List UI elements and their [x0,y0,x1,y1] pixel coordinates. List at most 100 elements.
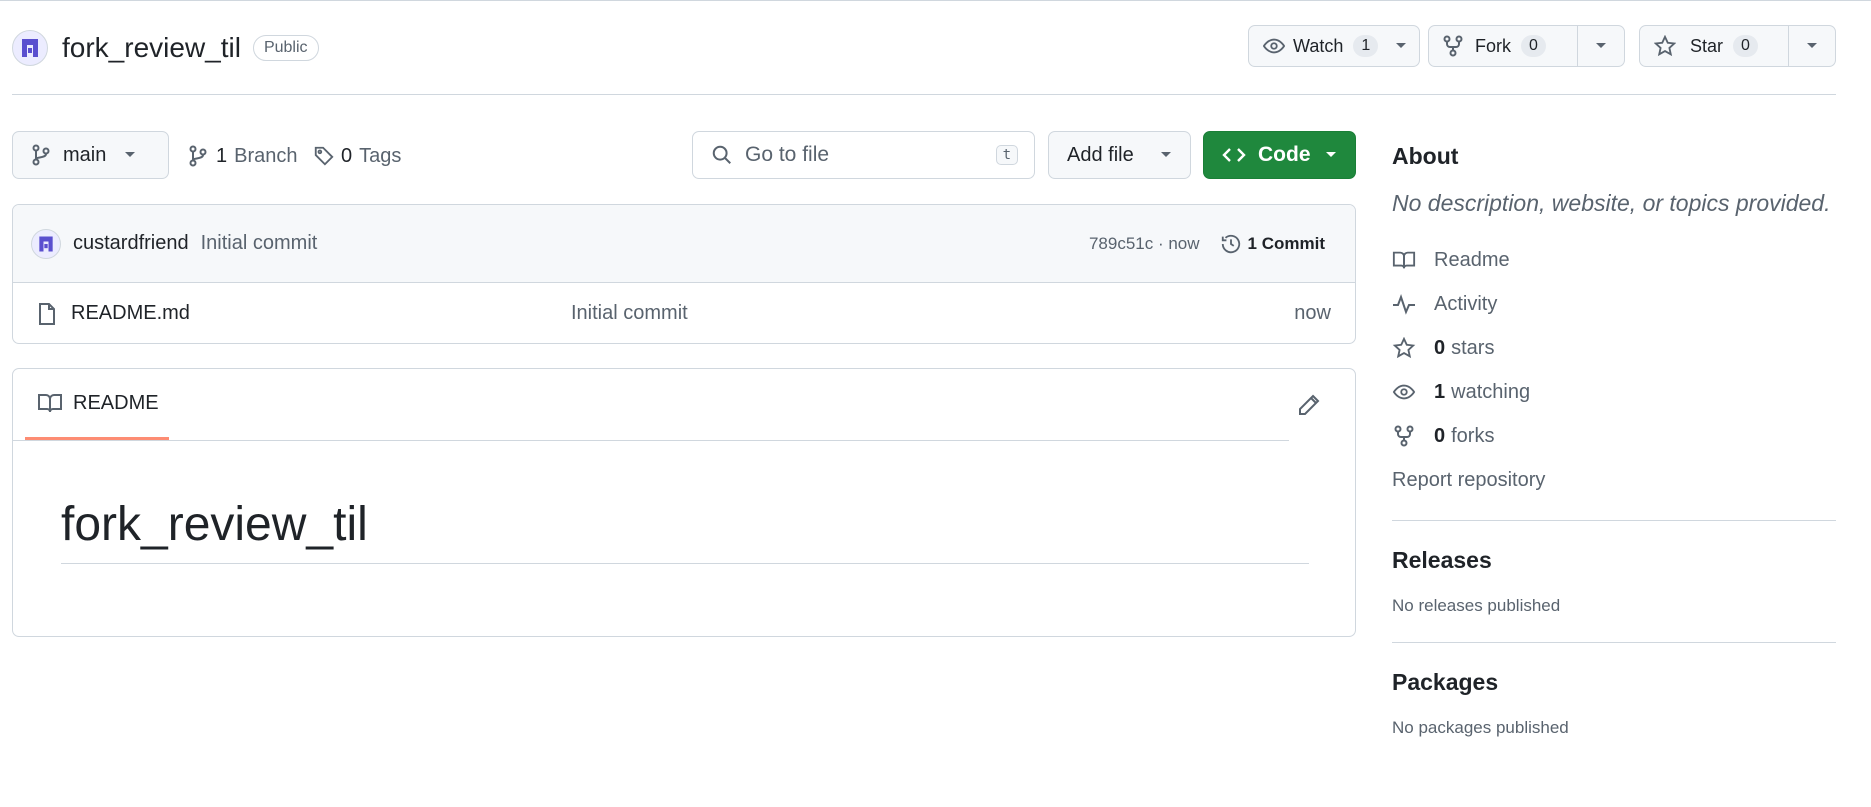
watching-label: watching [1451,380,1531,403]
file-name-link[interactable]: README.md [71,302,571,325]
report-repository-link[interactable]: Report repository [1392,458,1836,502]
watching-count: 1 [1434,380,1446,403]
caret-down-icon [1326,152,1336,157]
file-icon [39,302,55,325]
watch-label: Watch [1293,35,1344,56]
readme-link-label: Readme [1434,248,1510,271]
readme-heading: fork_review_til [61,498,368,551]
sidebar-divider [1392,520,1836,521]
pencil-icon [1299,394,1320,415]
branch-icon [189,145,207,167]
search-icon [712,145,731,164]
book-icon [38,394,62,413]
fork-button-group: Fork 0 [1428,25,1625,67]
releases-empty: No releases published [1392,596,1561,615]
latest-commit-row: custardfriend Initial commit 789c51c · n… [13,205,1355,283]
branches-link[interactable]: 1 Branch [188,142,298,170]
releases-heading[interactable]: Releases [1392,547,1836,574]
code-label: Code [1258,143,1311,166]
watch-dropdown[interactable] [1395,42,1419,50]
forks-count: 0 [1434,424,1446,447]
readme-panel: README fork_review_til [12,368,1356,637]
search-placeholder: Go to file [745,143,830,166]
star-button[interactable]: Star 0 [1640,26,1788,66]
caret-down-icon [125,152,136,157]
caret-down-icon [1807,43,1817,48]
add-file-label: Add file [1067,143,1134,166]
star-icon [1654,35,1676,57]
packages-heading[interactable]: Packages [1392,669,1836,696]
tags-label: Tags [359,144,402,167]
forks-label: forks [1451,424,1495,447]
tags-count: 0 [341,144,353,167]
tag-icon [314,146,334,166]
eye-icon [1392,384,1416,400]
watch-button-group: Watch 1 [1248,25,1420,67]
author-avatar[interactable] [31,228,61,259]
readme-link[interactable]: Readme [1392,238,1836,282]
commit-author-link[interactable]: custardfriend [73,232,189,255]
fork-dropdown[interactable] [1577,26,1624,66]
heading-rule [61,563,1309,564]
go-to-file-input[interactable]: Go to file t [692,131,1035,179]
tab-readme[interactable]: README [25,369,169,440]
branches-count: 1 [216,144,228,167]
commits-count: 1 Commit [1247,233,1325,253]
fork-icon [1394,425,1414,447]
fork-button[interactable]: Fork 0 [1429,26,1577,66]
watch-count: 1 [1353,35,1379,57]
pulse-icon [1393,294,1415,315]
book-icon [1392,251,1416,269]
branches-label: Branch [234,144,298,167]
file-time: now [1294,302,1331,324]
commit-hash-time[interactable]: 789c51c · now [1089,234,1200,254]
add-file-button[interactable]: Add file [1048,131,1191,179]
caret-down-icon [1596,43,1606,48]
visibility-badge: Public [252,35,319,61]
fork-count: 0 [1521,35,1546,57]
code-icon [1222,148,1246,162]
packages-empty: No packages published [1392,718,1569,737]
stars-count: 0 [1434,336,1446,359]
repo-header: fork_review_til Public [12,28,319,68]
branch-icon [32,144,50,166]
activity-link-label: Activity [1434,292,1498,315]
history-icon [1221,234,1240,253]
owner-avatar[interactable] [12,30,48,66]
readme-tab-label: README [73,391,159,414]
activity-link[interactable]: Activity [1392,282,1836,326]
stars-link[interactable]: 0 stars [1392,326,1836,370]
forks-link[interactable]: 0 forks [1392,414,1836,458]
stars-label: stars [1451,336,1495,359]
repo-name-link[interactable]: fork_review_til [62,32,241,64]
fork-label: Fork [1475,35,1511,56]
star-button-group: Star 0 [1639,25,1836,67]
fork-icon [1443,35,1463,57]
repo-sidebar: About No description, website, or topics… [1392,132,1836,738]
search-shortcut: t [995,145,1018,165]
tags-link[interactable]: 0 Tags [313,142,401,170]
about-heading: About [1392,142,1459,169]
star-count: 0 [1733,35,1758,57]
star-label: Star [1690,35,1724,56]
star-icon [1392,337,1416,359]
star-dropdown[interactable] [1788,26,1835,66]
commits-link[interactable]: 1 Commit [1220,233,1325,255]
eye-icon [1263,38,1285,54]
about-description: No description, website, or topics provi… [1392,190,1831,216]
branch-name: main [63,143,107,166]
watchers-link[interactable]: 1 watching [1392,370,1836,414]
header-divider [12,94,1836,95]
file-commit-message[interactable]: Initial commit [571,302,688,325]
code-button[interactable]: Code [1203,131,1356,179]
edit-readme-button[interactable] [1297,393,1321,417]
sidebar-divider [1392,642,1836,643]
tab-divider [13,440,1289,441]
top-border [0,0,1871,1]
table-row[interactable]: README.md Initial commit now [13,283,1355,343]
watch-button[interactable]: Watch 1 [1249,26,1395,66]
caret-down-icon [1161,152,1171,157]
caret-down-icon [1396,43,1406,48]
branch-selector[interactable]: main [12,131,169,179]
commit-message-link[interactable]: Initial commit [201,232,318,255]
